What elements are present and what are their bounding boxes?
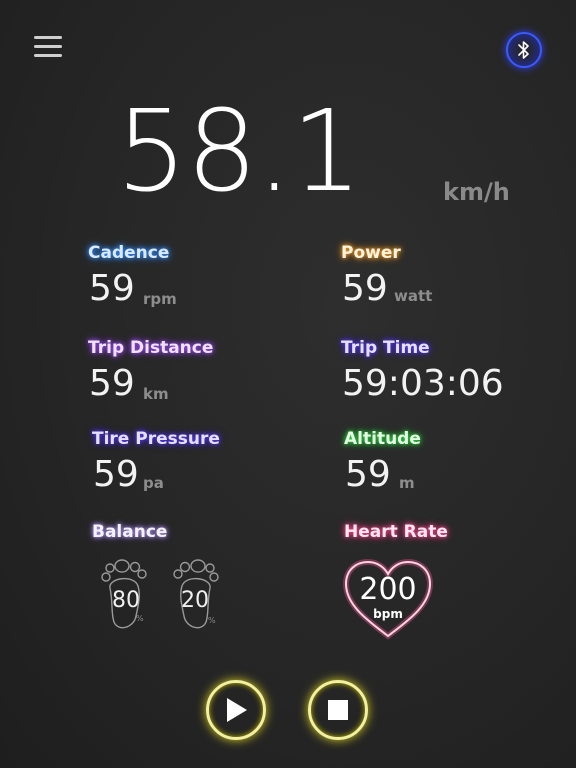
heart-rate-label: Heart Rate (344, 522, 448, 542)
cadence-value: 59 (89, 268, 135, 309)
play-icon (227, 698, 247, 722)
balance-label: Balance (92, 522, 168, 542)
play-button[interactable] (206, 680, 266, 740)
cadence-label: Cadence (88, 243, 170, 263)
heart-rate-widget: 200 bpm (340, 556, 436, 642)
balance-right-unit: % (208, 616, 216, 625)
trip-distance-value: 59 (89, 363, 135, 404)
tire-pressure-value: 59 (93, 454, 139, 495)
heart-rate-unit: bpm (373, 607, 403, 621)
stop-button[interactable] (308, 680, 368, 740)
balance-left-value: 80 (112, 588, 140, 613)
cadence-unit: rpm (143, 290, 177, 308)
balance-right-value: 20 (181, 588, 209, 613)
altitude-label: Altitude (344, 429, 421, 449)
balance-left-unit: % (136, 614, 144, 623)
stop-icon (328, 700, 348, 720)
power-label: Power (341, 243, 401, 263)
speed-unit: km/h (443, 178, 510, 206)
tire-pressure-unit: pa (143, 474, 164, 492)
menu-button[interactable] (34, 36, 62, 58)
trip-distance-unit: km (143, 385, 169, 403)
heart-rate-value: 200 (359, 572, 417, 607)
right-foot: 20 % (170, 558, 222, 634)
trip-distance-label: Trip Distance (88, 338, 214, 358)
trip-time-value: 59:03:06 (342, 363, 504, 404)
power-unit: watt (394, 287, 433, 305)
left-foot: 80 % (98, 558, 150, 634)
tire-pressure-label: Tire Pressure (92, 429, 220, 449)
hamburger-menu-icon (34, 36, 62, 39)
power-value: 59 (342, 268, 388, 309)
bluetooth-icon (518, 41, 529, 59)
altitude-value: 59 (345, 454, 391, 495)
altitude-unit: m (399, 474, 415, 492)
speed-value: 58.1 (116, 87, 362, 217)
bluetooth-button[interactable] (506, 32, 542, 68)
trip-time-label: Trip Time (341, 338, 430, 358)
